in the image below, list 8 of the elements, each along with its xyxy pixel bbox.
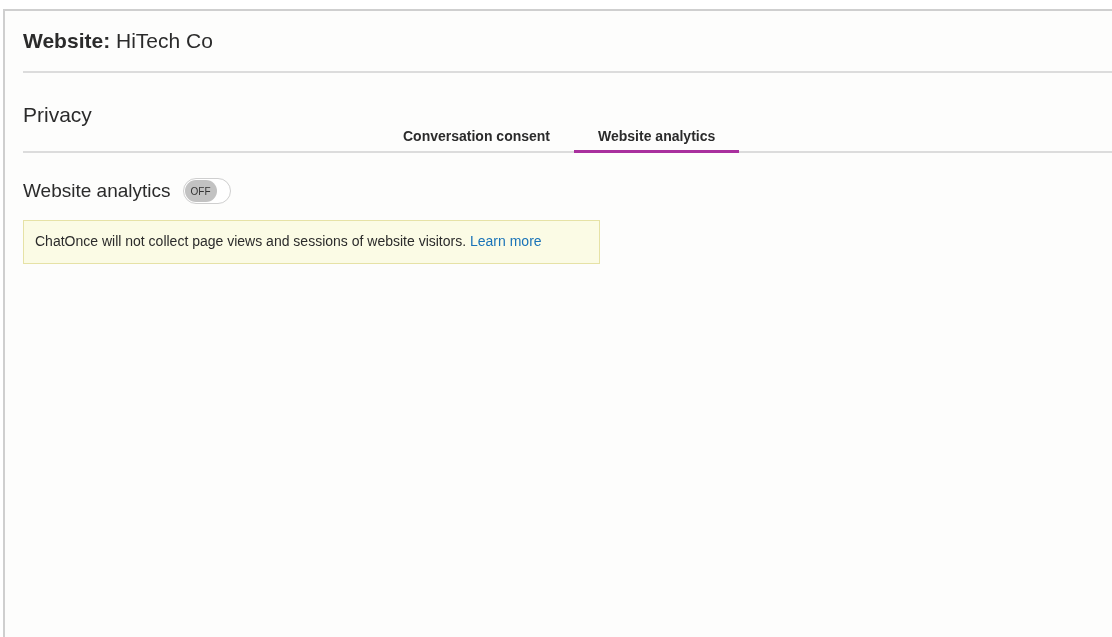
learn-more-link[interactable]: Learn more bbox=[470, 233, 542, 249]
section-title: Privacy bbox=[23, 102, 93, 128]
tab[interactable]: Conversation consent bbox=[379, 123, 575, 153]
notice-text: ChatOnce will not collect page views and sessions of website visitors. Learn more bbox=[35, 232, 542, 251]
toggle-switch[interactable]: OFF bbox=[182, 178, 231, 205]
tab[interactable]: Website analytics bbox=[574, 123, 740, 153]
setting-label: Website analytics bbox=[23, 179, 171, 203]
page-title: Website: HiTech Co bbox=[23, 28, 213, 55]
